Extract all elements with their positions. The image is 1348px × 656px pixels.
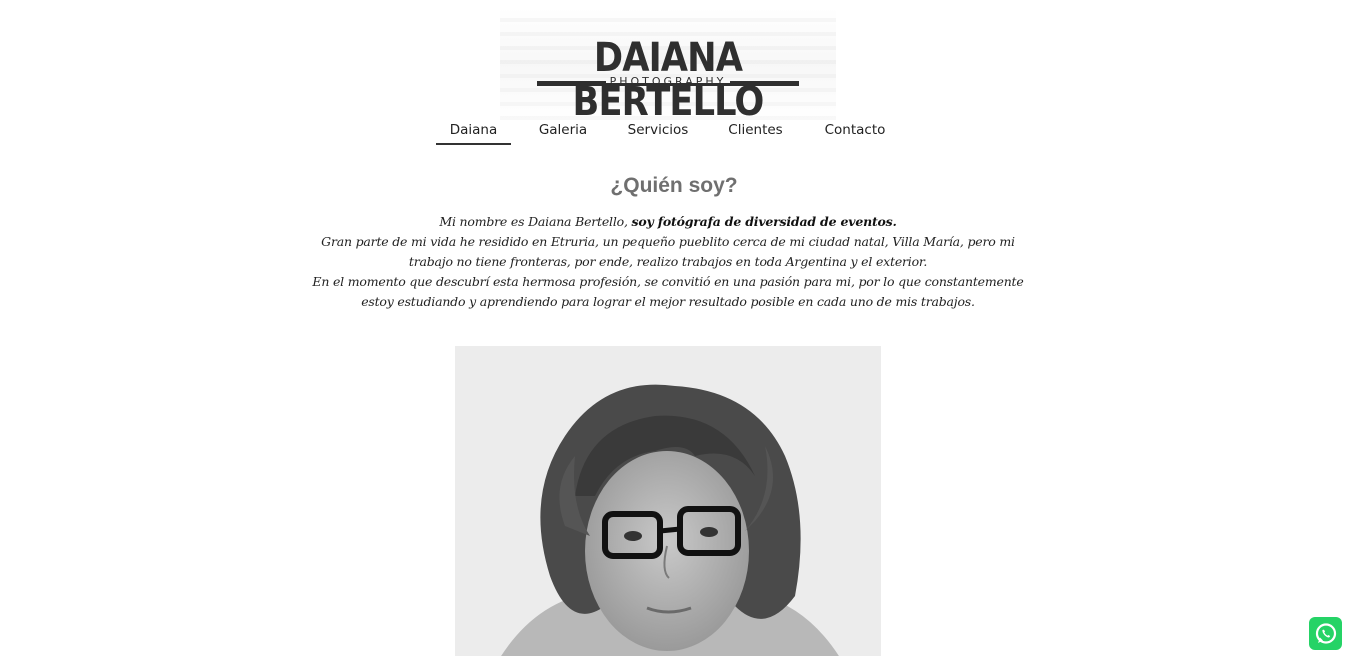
about-intro: Mi nombre es Daiana Bertello, soy fotógr…: [300, 212, 1036, 232]
main-nav: Daiana Galeria Servicios Clientes Contac…: [0, 117, 1348, 147]
about-text: Mi nombre es Daiana Bertello, soy fotógr…: [300, 212, 1036, 312]
whatsapp-icon: [1315, 622, 1336, 644]
portrait-illustration: [455, 346, 881, 656]
page: DAIANA BERTELLO PHOTOGRAPHY Daiana Galer…: [0, 0, 1348, 656]
about-intro-bold: soy fotógrafa de diversidad de eventos.: [631, 214, 897, 229]
page-title: ¿Quién soy?: [610, 174, 738, 197]
about-paragraph-3: En el momento que descubrí esta hermosa …: [312, 274, 1024, 309]
nav-item-servicios[interactable]: Servicios: [617, 117, 699, 143]
nav-item-contacto[interactable]: Contacto: [812, 117, 898, 143]
nav-item-galeria[interactable]: Galeria: [527, 117, 599, 143]
whatsapp-button[interactable]: [1309, 617, 1342, 650]
logo-subtitle-row: PHOTOGRAPHY: [537, 76, 799, 88]
nav-item-daiana[interactable]: Daiana: [436, 117, 511, 145]
about-intro-plain: Mi nombre es Daiana Bertello,: [439, 214, 632, 229]
site-logo[interactable]: DAIANA BERTELLO PHOTOGRAPHY: [500, 8, 836, 124]
about-paragraph-2: Gran parte de mi vida he residido en Etr…: [321, 234, 1015, 269]
logo-underline: [537, 83, 799, 86]
portrait-photo: [455, 346, 881, 656]
logo-subtitle: PHOTOGRAPHY: [609, 75, 727, 88]
nav-item-clientes[interactable]: Clientes: [718, 117, 793, 143]
